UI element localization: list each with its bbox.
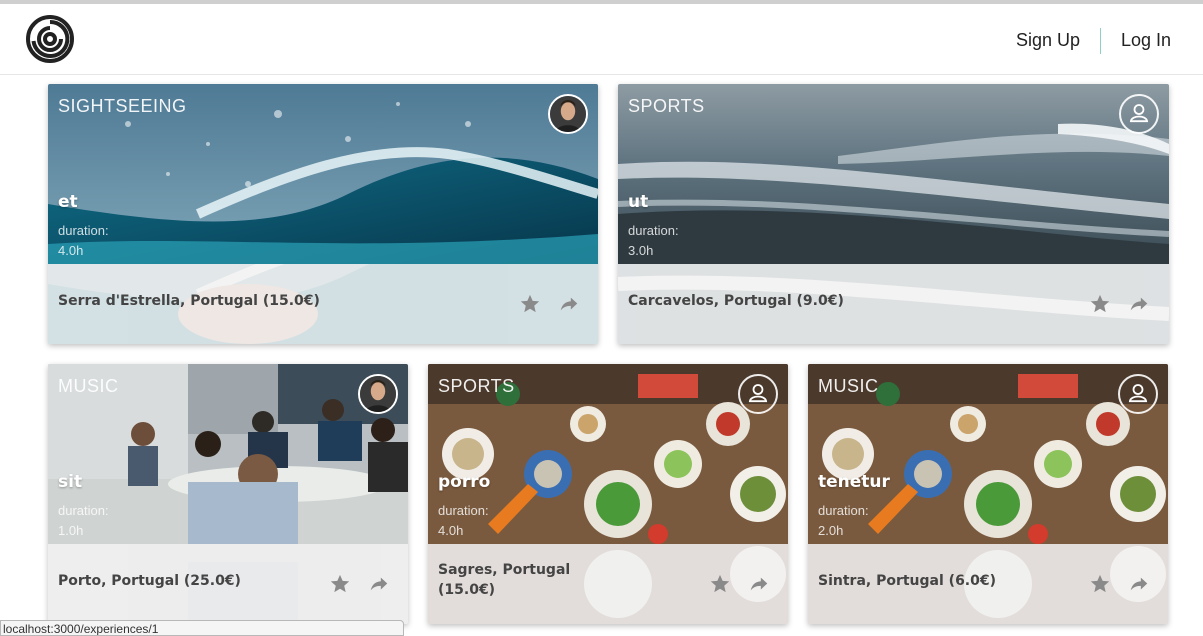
share-arrow-icon[interactable]: [368, 573, 390, 595]
experience-card[interactable]: SPORTS porro duration: 4.0h Sagres, Port…: [428, 364, 788, 624]
star-icon[interactable]: [519, 293, 541, 315]
star-icon[interactable]: [329, 573, 351, 595]
experience-title: porro: [438, 472, 491, 492]
duration-value: 3.0h: [628, 243, 654, 258]
location-price: Porto, Portugal (25.0€): [58, 573, 241, 589]
experience-card[interactable]: MUSIC sit duration: 1.0h Porto, Portugal…: [48, 364, 408, 624]
category-label: SPORTS: [628, 96, 705, 116]
share-arrow-icon[interactable]: [558, 293, 580, 315]
category-label: MUSIC: [818, 376, 879, 396]
user-icon[interactable]: [1118, 374, 1158, 414]
experience-card[interactable]: SIGHTSEEING et duration: 4.0h Serra d'Es…: [48, 84, 598, 344]
duration-label: duration:: [58, 223, 109, 238]
price-line: (15.0€): [438, 582, 496, 598]
location-price: Sagres, Portugal (15.0€): [438, 560, 570, 600]
duration-label: duration:: [628, 223, 679, 238]
star-icon[interactable]: [1089, 573, 1111, 595]
share-arrow-icon[interactable]: [1128, 293, 1150, 315]
location-line: Sagres, Portugal: [438, 562, 571, 578]
duration-value: 4.0h: [58, 243, 84, 258]
experience-title: sit: [58, 472, 83, 492]
experience-title: tenetur: [818, 472, 890, 492]
location-price: Sintra, Portugal (6.0€): [818, 573, 997, 589]
logo-icon[interactable]: [25, 14, 75, 64]
category-label: MUSIC: [58, 376, 119, 396]
category-label: SIGHTSEEING: [58, 96, 187, 116]
user-icon[interactable]: [738, 374, 778, 414]
location-price: Serra d'Estrella, Portugal (15.0€): [58, 293, 320, 309]
star-icon[interactable]: [1089, 293, 1111, 315]
host-avatar[interactable]: [358, 374, 398, 414]
location-price: Carcavelos, Portugal (9.0€): [628, 293, 844, 309]
duration-label: duration:: [58, 503, 109, 518]
category-label: SPORTS: [438, 376, 515, 396]
duration-value: 2.0h: [818, 523, 844, 538]
duration-value: 1.0h: [58, 523, 84, 538]
log-in-link[interactable]: Log In: [1121, 30, 1171, 51]
share-arrow-icon[interactable]: [748, 573, 770, 595]
duration-label: duration:: [818, 503, 869, 518]
experience-title: et: [58, 192, 78, 212]
share-arrow-icon[interactable]: [1128, 573, 1150, 595]
star-icon[interactable]: [709, 573, 731, 595]
experience-card[interactable]: MUSIC tenetur duration: 2.0h Sintra, Por…: [808, 364, 1168, 624]
duration-value: 4.0h: [438, 523, 464, 538]
duration-label: duration:: [438, 503, 489, 518]
user-icon[interactable]: [1119, 94, 1159, 134]
experience-title: ut: [628, 192, 649, 212]
navbar: Sign Up Log In: [0, 4, 1203, 75]
host-avatar[interactable]: [548, 94, 588, 134]
sign-up-link[interactable]: Sign Up: [1016, 30, 1080, 51]
nav-separator: [1100, 28, 1101, 54]
experience-card[interactable]: SPORTS ut duration: 3.0h Carcavelos, Por…: [618, 84, 1169, 344]
